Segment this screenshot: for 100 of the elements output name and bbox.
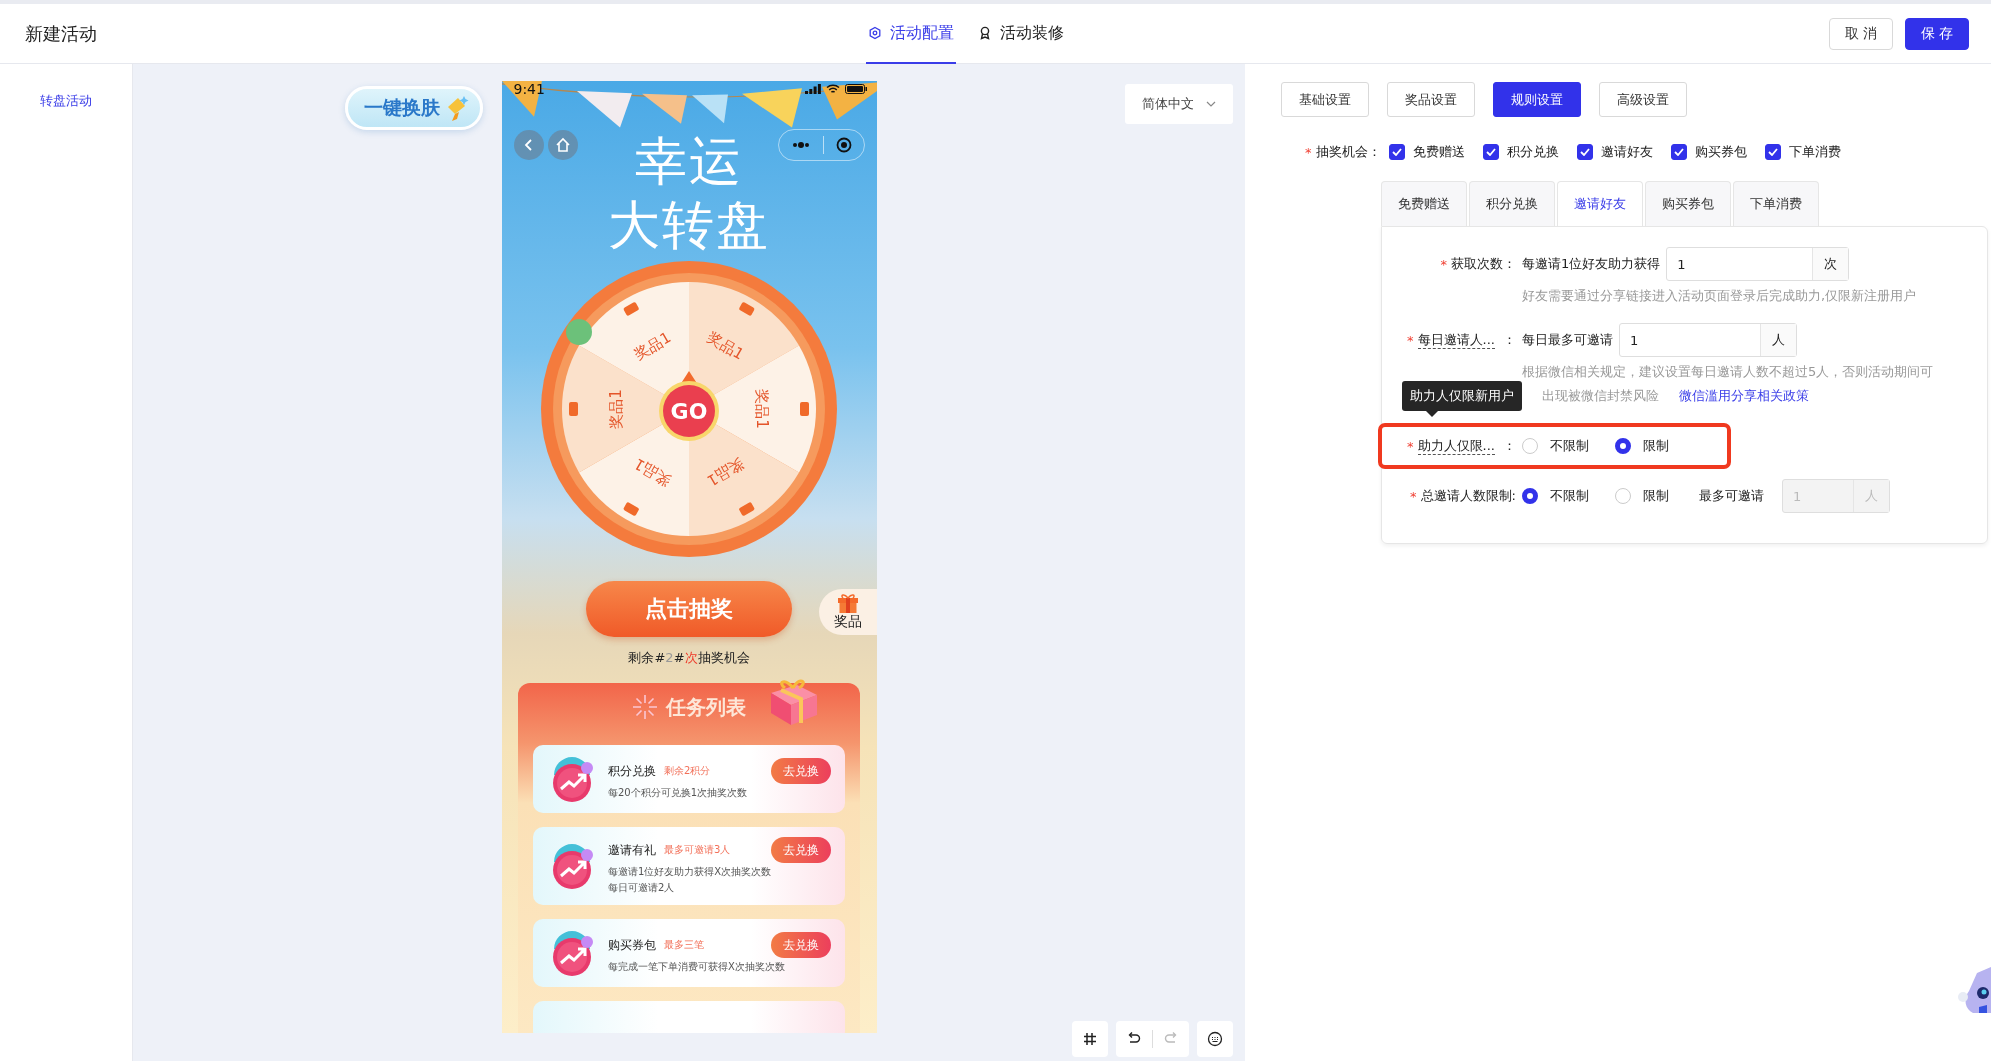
radio-button[interactable]	[1522, 488, 1538, 504]
skin-button[interactable]: 一键换肤	[345, 86, 483, 130]
keyboard-icon[interactable]	[1207, 1031, 1223, 1047]
page-title: 新建活动	[25, 21, 97, 46]
check-icon	[1579, 148, 1590, 156]
checkbox-label: 积分兑换	[1506, 143, 1559, 161]
prize-label: 奖品1	[703, 328, 748, 364]
ticket-icon	[569, 402, 578, 416]
label-colon: ：	[1503, 437, 1516, 455]
mode-tab[interactable]: 活动装修	[976, 4, 1066, 64]
more-icon[interactable]	[790, 141, 811, 149]
sparkle-icon	[632, 694, 658, 720]
settings-tab[interactable]: 高级设置	[1599, 82, 1687, 117]
task-description: 每完成一笔下单消费可获得X次抽奖次数	[608, 960, 786, 974]
check-icon	[1673, 148, 1684, 156]
label-colon: ：	[1503, 331, 1516, 349]
field-prefix: 最多可邀请	[1699, 487, 1764, 505]
number-input[interactable]: 1 人	[1619, 323, 1797, 357]
checkbox-label: 购买券包	[1694, 143, 1747, 161]
ticket-icon	[800, 402, 809, 416]
status-time: 9:41	[513, 81, 545, 97]
rule-tab[interactable]: 邀请好友	[1557, 181, 1643, 226]
mascot-drawing	[1957, 967, 1991, 1013]
radio-label: 不限制	[1550, 437, 1589, 455]
back-icon[interactable]	[513, 130, 544, 160]
checkbox-label: 邀请好友	[1600, 143, 1653, 161]
language-select[interactable]: 简体中文	[1125, 84, 1233, 124]
home-icon[interactable]	[547, 130, 578, 160]
checkbox[interactable]	[1576, 144, 1593, 160]
sidebar-item[interactable]: 转盘活动	[0, 88, 132, 114]
required-mark: *	[1407, 332, 1414, 348]
rule-tab[interactable]: 积分兑换	[1469, 181, 1555, 226]
prize-label: 奖品1	[703, 454, 748, 490]
gift-icon	[836, 593, 859, 613]
tooltip-arrow	[1426, 411, 1438, 417]
field-label: 抽奖机会：	[1315, 143, 1381, 161]
hint-text: 根据微信相关规定，建议设置每日邀请人数不超过5人，否则活动期间可	[1522, 363, 1934, 381]
task-list-title: 任务列表	[666, 693, 746, 721]
radio-button[interactable]	[1615, 438, 1631, 454]
wifi-icon	[825, 84, 840, 94]
rule-tab[interactable]: 下单消费	[1733, 181, 1819, 226]
prize-label: 奖品1	[630, 328, 675, 364]
page-heading: 大转盘	[608, 194, 770, 257]
checkbox[interactable]	[1388, 144, 1405, 160]
task-title: 邀请有礼	[608, 841, 656, 859]
prizes-tab[interactable]: 奖品	[818, 589, 877, 635]
field-prefix: 每邀请1位好友助力获得	[1522, 255, 1661, 273]
required-mark: *	[1305, 144, 1312, 160]
hint-text: 出现被微信封禁风险	[1542, 387, 1659, 405]
field-label: 助力人仅限...	[1417, 437, 1495, 455]
save-button[interactable]: 保 存	[1905, 17, 1969, 50]
radio-label: 限制	[1643, 437, 1669, 455]
rule-tab[interactable]: 免费赠送	[1381, 181, 1467, 226]
signal-icon	[804, 84, 821, 94]
field-label: 每日邀请人...	[1417, 331, 1495, 349]
number-input: 1 人	[1782, 479, 1890, 513]
task-title: 积分兑换	[608, 762, 656, 780]
settings-tab[interactable]: 规则设置	[1493, 82, 1581, 117]
remaining-chances: 剩余#2#次抽奖机会	[628, 649, 750, 667]
medal-icon	[978, 26, 992, 40]
radio-label: 限制	[1643, 487, 1669, 505]
required-mark: *	[1410, 488, 1417, 504]
radio-label: 不限制	[1550, 487, 1589, 505]
task-description: 每邀请1位好友助力获得X次抽奖次数	[608, 865, 773, 879]
field-prefix: 每日最多可邀请	[1522, 331, 1613, 349]
checkbox[interactable]	[1764, 144, 1781, 160]
check-icon	[1767, 148, 1778, 156]
number-input[interactable]: 1 次	[1666, 247, 1850, 281]
field-label: 总邀请人数限制:	[1420, 487, 1516, 505]
check-icon	[1485, 148, 1496, 156]
ticket-icon	[622, 301, 640, 317]
task-limit: 最多可邀请3人	[664, 843, 731, 857]
cancel-button[interactable]: 取 消	[1829, 17, 1893, 50]
rule-tab[interactable]: 购买券包	[1645, 181, 1731, 226]
task-description: 每日可邀请2人	[608, 881, 676, 895]
ticket-icon	[622, 501, 640, 517]
checkbox[interactable]	[1670, 144, 1687, 160]
policy-link[interactable]: 微信滥用分享相关政策	[1679, 387, 1809, 405]
prize-label: 奖品1	[607, 389, 625, 429]
ticket-icon	[738, 301, 756, 317]
settings-tab[interactable]: 基础设置	[1281, 82, 1369, 117]
hint-text: 好友需要通过分享链接进入活动页面登录后完成助力,仅限新注册用户	[1522, 287, 1917, 305]
grid-icon[interactable]	[1082, 1031, 1098, 1047]
checkbox[interactable]	[1482, 144, 1499, 160]
checkbox-label: 免费赠送	[1412, 143, 1465, 161]
settings-tab[interactable]: 奖品设置	[1387, 82, 1475, 117]
settings-icon	[868, 26, 882, 40]
prize-label: 奖品1	[753, 389, 771, 429]
task-limit: 剩余2积分	[664, 764, 711, 778]
task-limit: 最多三笔	[664, 938, 704, 952]
required-mark: *	[1407, 438, 1414, 454]
page-heading: 幸运	[635, 130, 743, 193]
task-title: 购买券包	[608, 936, 656, 954]
checkbox-label: 下单消费	[1788, 143, 1841, 161]
task-description: 每20个积分可兑换1次抽奖次数	[608, 786, 749, 800]
required-mark: *	[1440, 256, 1447, 272]
field-label: 获取次数：	[1451, 255, 1516, 273]
ticket-icon	[738, 501, 756, 517]
battery-icon	[844, 84, 867, 94]
prize-label: 奖品1	[630, 454, 675, 490]
